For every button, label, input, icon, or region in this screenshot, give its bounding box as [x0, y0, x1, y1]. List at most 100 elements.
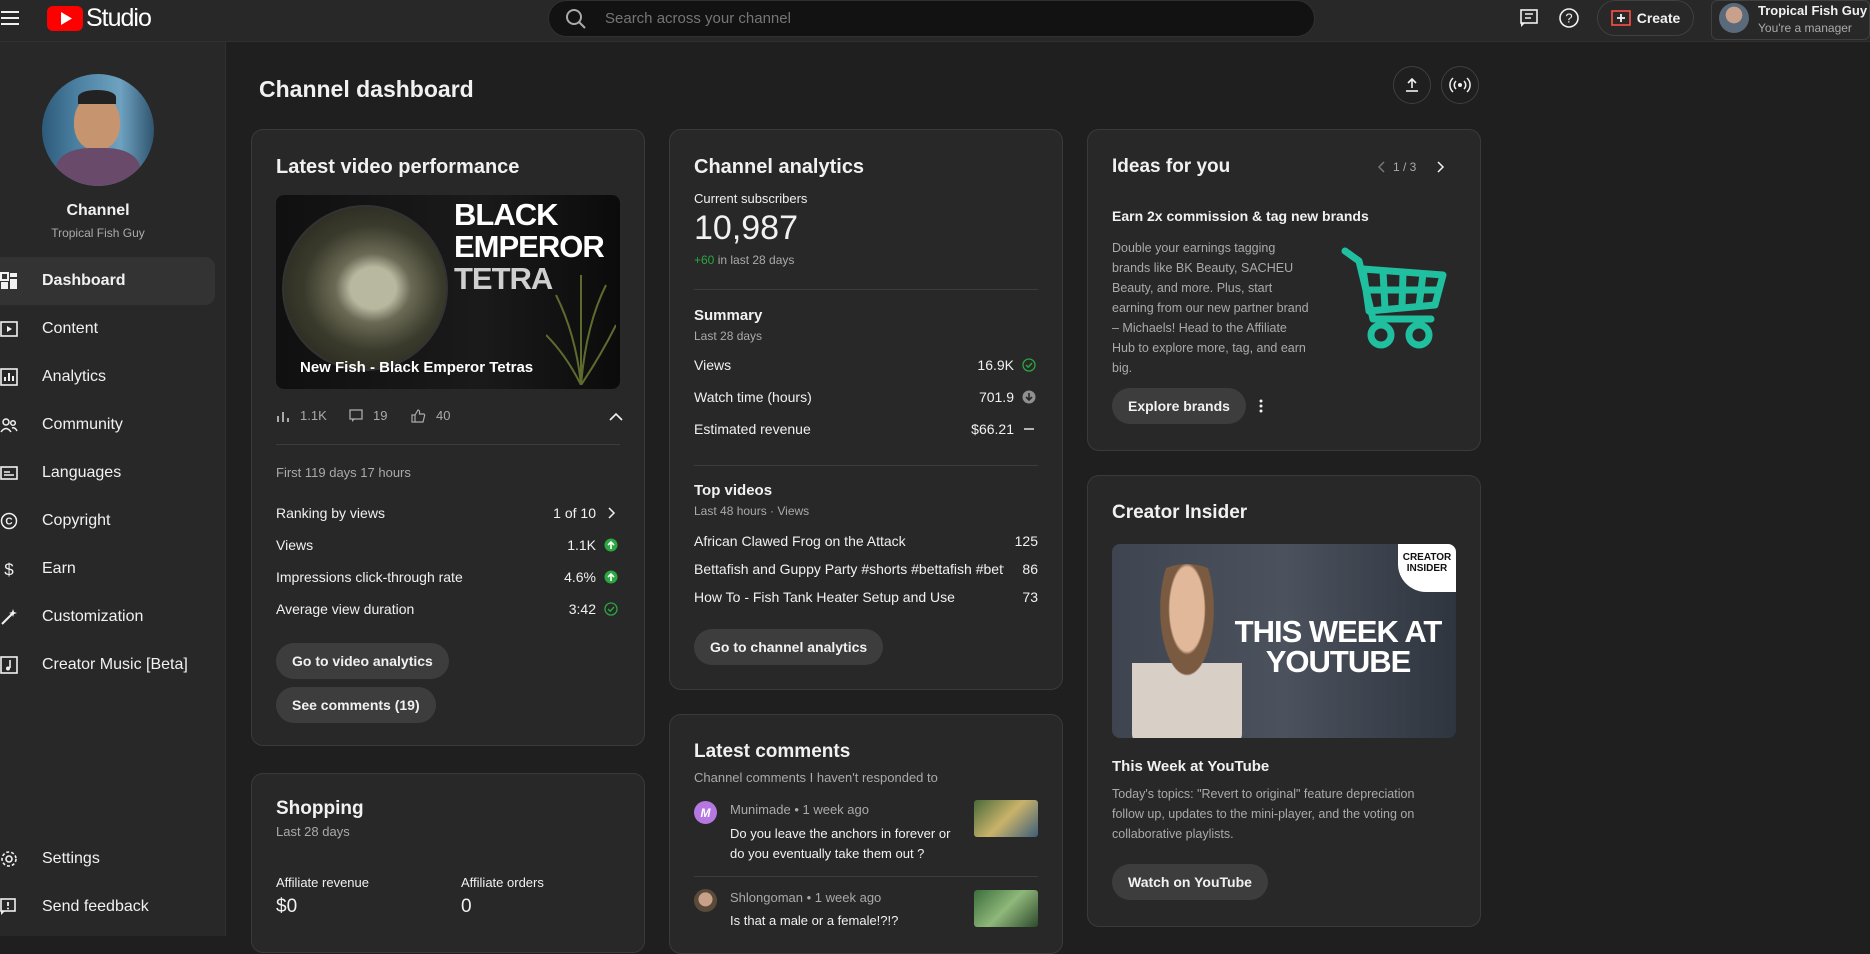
logo-text: Studio: [86, 3, 152, 32]
create-plus-icon: [1610, 10, 1631, 26]
sidebar-item-analytics[interactable]: Analytics: [0, 353, 215, 401]
feedback-header-icon[interactable]: [1517, 6, 1541, 30]
search-bar[interactable]: [548, 0, 1315, 37]
help-icon[interactable]: ?: [1557, 6, 1581, 30]
create-button[interactable]: Create: [1597, 0, 1694, 36]
go-to-channel-analytics-button[interactable]: Go to channel analytics: [694, 629, 884, 665]
search-input[interactable]: [603, 9, 1253, 28]
stat-value: 86: [1022, 561, 1038, 577]
comment-video-thumbnail: [974, 800, 1038, 837]
sidebar-item-label: Copyright: [42, 512, 111, 529]
divider: [694, 876, 1038, 877]
commenter-avatar: M: [694, 801, 717, 824]
divider: [694, 289, 1038, 290]
trending-up-icon: [604, 570, 618, 589]
idea-body-line: brands like BK Beauty, SACHEU: [1112, 261, 1294, 275]
stat-label: Watch time (hours): [694, 389, 812, 405]
idea-body-line: – Michaels! Head to the Affiliate: [1112, 321, 1287, 335]
explore-brands-button[interactable]: Explore brands: [1112, 388, 1246, 424]
comment-item[interactable]: M Munimade • 1 week ago Do you leave the…: [694, 800, 1038, 867]
comment-text: Is that a male or a female!?!?: [730, 913, 899, 928]
sidebar-item-customization[interactable]: Customization: [0, 593, 215, 641]
stat-value: 125: [1014, 533, 1038, 549]
channel-avatar[interactable]: [42, 74, 154, 186]
top-videos-subtitle: Last 48 hours · Views: [694, 504, 810, 518]
collapse-chevron-icon[interactable]: [608, 408, 624, 424]
ideas-prev-icon[interactable]: [1374, 160, 1388, 174]
sidebar-item-label: Analytics: [42, 368, 107, 385]
affiliate-orders-value: 0: [461, 896, 472, 917]
account-switcher[interactable]: Tropical Fish Guy You're a manager: [1711, 0, 1870, 40]
creator-body-line: collaborative playlists.: [1112, 827, 1234, 841]
commenter-avatar: [694, 889, 717, 912]
go-to-video-analytics-button[interactable]: Go to video analytics: [276, 643, 449, 679]
creator-body-line: follow up, updates to the mini-player, a…: [1112, 807, 1415, 821]
divider: [276, 444, 620, 445]
creator-insider-thumbnail[interactable]: THIS WEEK AT YOUTUBE CREATOR INSIDER: [1112, 544, 1456, 738]
content-icon: [0, 320, 42, 338]
thumb-title-2: YOUTUBE: [1265, 644, 1412, 679]
plant-decoration: [546, 275, 616, 385]
svg-text:$: $: [4, 560, 14, 578]
sidebar-item-dashboard[interactable]: Dashboard: [0, 257, 215, 305]
feedback-label: Send feedback: [42, 898, 149, 915]
stat-value: 3:42: [568, 601, 596, 617]
copyright-icon: C: [0, 512, 42, 530]
sidebar-item-creator[interactable]: Creator Music [Beta]: [0, 641, 215, 689]
video-thumbnail[interactable]: BLACK EMPEROR TETRA New Fish - Black Emp…: [276, 195, 620, 389]
upload-button[interactable]: [1393, 66, 1431, 104]
sidebar-item-content[interactable]: Content: [0, 305, 215, 353]
stat-value: $66.21: [971, 421, 1014, 437]
community-icon: [0, 416, 42, 434]
more-options-icon[interactable]: [1253, 398, 1269, 414]
page-title: Channel dashboard: [259, 76, 474, 102]
period-label: First 119 days 17 hours: [276, 465, 411, 480]
divider: [694, 465, 1038, 466]
send-feedback-icon: [0, 898, 42, 916]
upload-icon: [1406, 77, 1418, 92]
thumb-text-2: EMPEROR: [454, 229, 605, 264]
check-icon: [1022, 358, 1036, 377]
studio-logo[interactable]: Studio: [47, 3, 152, 33]
earn-icon: $: [0, 560, 42, 578]
chevron-right-icon[interactable]: [604, 506, 618, 525]
go-live-button[interactable]: [1441, 66, 1479, 104]
stat-value: 701.9: [978, 389, 1014, 405]
dash-icon: [1022, 422, 1036, 441]
idea-body-line: earning from our new partner brand: [1112, 301, 1309, 315]
ideas-next-icon[interactable]: [1434, 160, 1448, 174]
sidebar-item-community[interactable]: Community: [0, 401, 215, 449]
latest-video-card: Latest video performance BLACK EMPEROR T…: [251, 129, 645, 746]
subscribers-delta-suffix: in last 28 days: [714, 253, 795, 267]
comment-meta: Shlongoman • 1 week ago: [730, 890, 882, 905]
idea-body-line: Beauty, and more. Plus, start: [1112, 281, 1273, 295]
shopping-subtitle: Last 28 days: [276, 824, 350, 839]
comment-item[interactable]: Shlongoman • 1 week ago Is that a male o…: [694, 889, 1038, 939]
sidebar-item-label: Dashboard: [42, 272, 126, 289]
account-role: You're a manager: [1758, 21, 1852, 35]
sidebar-item-earn[interactable]: $ Earn: [0, 545, 215, 593]
sidebar-item-label: Earn: [42, 560, 76, 577]
menu-icon[interactable]: [0, 8, 20, 28]
sidebar-item-label: Creator Music [Beta]: [42, 656, 188, 673]
video-title: New Fish - Black Emperor Tetras: [300, 359, 534, 376]
latest-comments-title: Latest comments: [694, 741, 851, 762]
ideas-card: Ideas for you 1 / 3 Earn 2x commission &…: [1087, 129, 1481, 451]
comment-text: Do you leave the anchors in forever or d…: [730, 826, 951, 861]
comment-video-thumbnail: [974, 890, 1038, 927]
check-icon: [604, 602, 618, 621]
sidebar-item-copyright[interactable]: C Copyright: [0, 497, 215, 545]
live-icon: [1449, 77, 1471, 93]
sidebar-item-languages[interactable]: Languages: [0, 449, 215, 497]
sidebar-item-feedback[interactable]: Send feedback: [0, 883, 215, 931]
see-comments-button[interactable]: See comments (19): [276, 687, 436, 723]
watch-on-youtube-button[interactable]: Watch on YouTube: [1112, 864, 1268, 900]
stat-label: Views: [694, 357, 732, 373]
stat-value: 73: [1022, 589, 1038, 605]
subscribers-value: 10,987: [694, 209, 798, 247]
idea-body-line: Hub to explore more, tag, and earn: [1112, 341, 1306, 355]
idea-body: Double your earnings tagging brands like …: [1112, 238, 1309, 378]
settings-icon: [0, 850, 42, 868]
youtube-logo-icon: [47, 5, 83, 31]
sidebar-item-settings[interactable]: Settings: [0, 835, 215, 883]
